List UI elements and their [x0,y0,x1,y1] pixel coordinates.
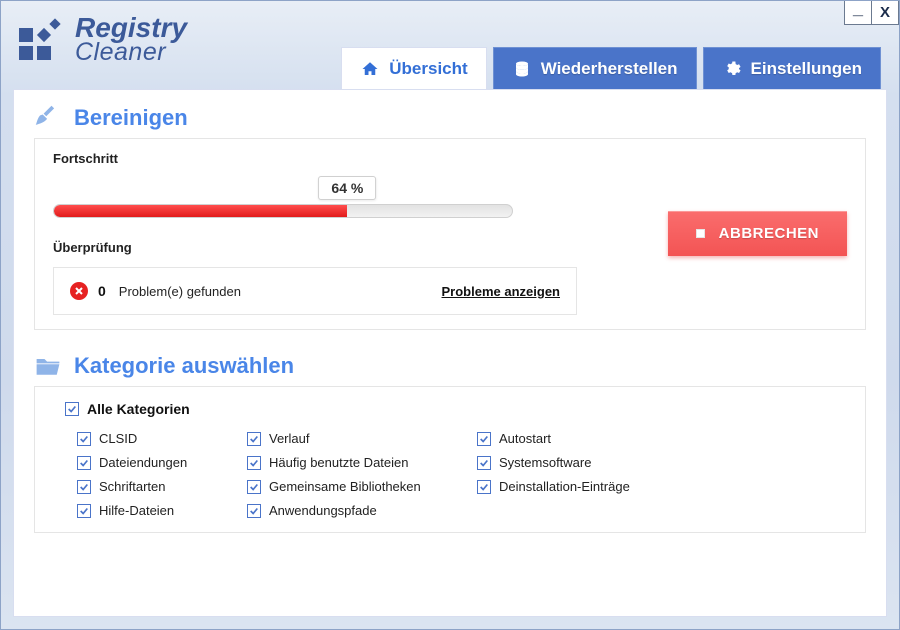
category-item[interactable]: Deinstallation-Einträge [477,479,847,494]
category-label: Dateiendungen [99,455,187,470]
error-icon [70,282,88,300]
tab-restore[interactable]: Wiederherstellen [493,47,697,89]
category-column: CLSID Dateiendungen Schriftarten Hilfe-Date… [77,431,247,518]
stop-icon [696,229,705,238]
tab-overview-label: Übersicht [389,59,467,79]
category-label: Verlauf [269,431,309,446]
minimize-button[interactable]: _ [844,1,872,25]
tab-settings-label: Einstellungen [751,59,862,79]
title-bar-controls: _ X [845,1,899,25]
progress-bar: 64 % [53,176,513,218]
category-item[interactable]: Hilfe-Dateien [77,503,247,518]
category-column: Verlauf Häufig benutzte Dateien Gemeinsame… [247,431,477,518]
category-label: Autostart [499,431,551,446]
section-categories-title: Kategorie auswählen [34,352,866,380]
logo-line-1: Registry [75,15,187,40]
section-clean-title: Bereinigen [34,104,866,132]
category-label: Hilfe-Dateien [99,503,174,518]
all-categories-row[interactable]: Alle Kategorien [53,399,847,431]
main-tabs: Übersicht Wiederherstellen Einstellungen [341,47,881,89]
progress-label: Fortschritt [53,151,577,166]
checkbox-icon[interactable] [247,456,261,470]
checkbox-icon[interactable] [77,432,91,446]
checkbox-icon[interactable] [247,480,261,494]
cancel-button-label: ABBRECHEN [719,225,819,242]
cancel-button[interactable]: ABBRECHEN [668,211,847,256]
logo-line-2: Cleaner [75,41,187,64]
categories-box: Alle Kategorien CLSID Dateiendungen Schrif… [34,386,866,533]
logo-text: Registry Cleaner [75,15,187,63]
show-problems-link[interactable]: Probleme anzeigen [442,284,560,299]
close-icon: X [880,4,890,21]
folder-icon [34,352,62,380]
clean-box: Fortschritt 64 % Überprüfung 0 Problem( [34,138,866,330]
main-panel: Bereinigen Fortschritt 64 % Überprüfung [13,89,887,617]
section-categories-label: Kategorie auswählen [74,353,294,379]
checkbox-icon[interactable] [77,504,91,518]
checkbox-icon[interactable] [77,456,91,470]
category-item[interactable]: Verlauf [247,431,477,446]
check-label: Überprüfung [53,240,577,255]
header: Registry Cleaner Übersicht Wiederherstel… [1,1,899,89]
category-label: Schriftarten [99,479,165,494]
category-item[interactable]: Dateiendungen [77,455,247,470]
problems-count: 0 [98,283,106,299]
category-item[interactable]: CLSID [77,431,247,446]
progress-fill [54,205,347,217]
tab-overview[interactable]: Übersicht [341,47,486,89]
logo-mark-icon [19,16,65,62]
tab-restore-label: Wiederherstellen [541,59,678,79]
category-label: Gemeinsame Bibliotheken [269,479,421,494]
category-item[interactable]: Gemeinsame Bibliotheken [247,479,477,494]
category-columns: CLSID Dateiendungen Schriftarten Hilfe-Date… [53,431,847,518]
category-label: CLSID [99,431,137,446]
check-result-box: 0 Problem(e) gefunden Probleme anzeigen [53,267,577,315]
checkbox-icon[interactable] [477,480,491,494]
category-column: Autostart Systemsoftware Deinstallation-Ei… [477,431,847,518]
database-icon [512,60,532,78]
checkbox-icon[interactable] [477,456,491,470]
category-label: Anwendungspfade [269,503,377,518]
broom-icon [34,104,62,132]
progress-track [53,204,513,218]
progress-value-bubble: 64 % [318,176,376,200]
category-item[interactable]: Systemsoftware [477,455,847,470]
problems-found-text: Problem(e) gefunden [119,284,241,299]
gear-icon [722,60,742,78]
checkbox-icon[interactable] [247,504,261,518]
home-icon [360,60,380,78]
checkbox-all[interactable] [65,402,79,416]
minimize-icon: _ [853,0,863,19]
checkbox-icon[interactable] [77,480,91,494]
tab-settings[interactable]: Einstellungen [703,47,881,89]
checkbox-icon[interactable] [247,432,261,446]
app-logo: Registry Cleaner [19,15,187,89]
section-clean-label: Bereinigen [74,105,188,131]
category-item[interactable]: Anwendungspfade [247,503,477,518]
category-item[interactable]: Häufig benutzte Dateien [247,455,477,470]
category-label: Deinstallation-Einträge [499,479,630,494]
category-item[interactable]: Autostart [477,431,847,446]
category-label: Häufig benutzte Dateien [269,455,408,470]
category-item[interactable]: Schriftarten [77,479,247,494]
checkbox-icon[interactable] [477,432,491,446]
category-label: Systemsoftware [499,455,591,470]
close-button[interactable]: X [871,1,899,25]
app-window: _ X Registry Cleaner Übersicht [0,0,900,630]
all-categories-label: Alle Kategorien [87,401,190,417]
